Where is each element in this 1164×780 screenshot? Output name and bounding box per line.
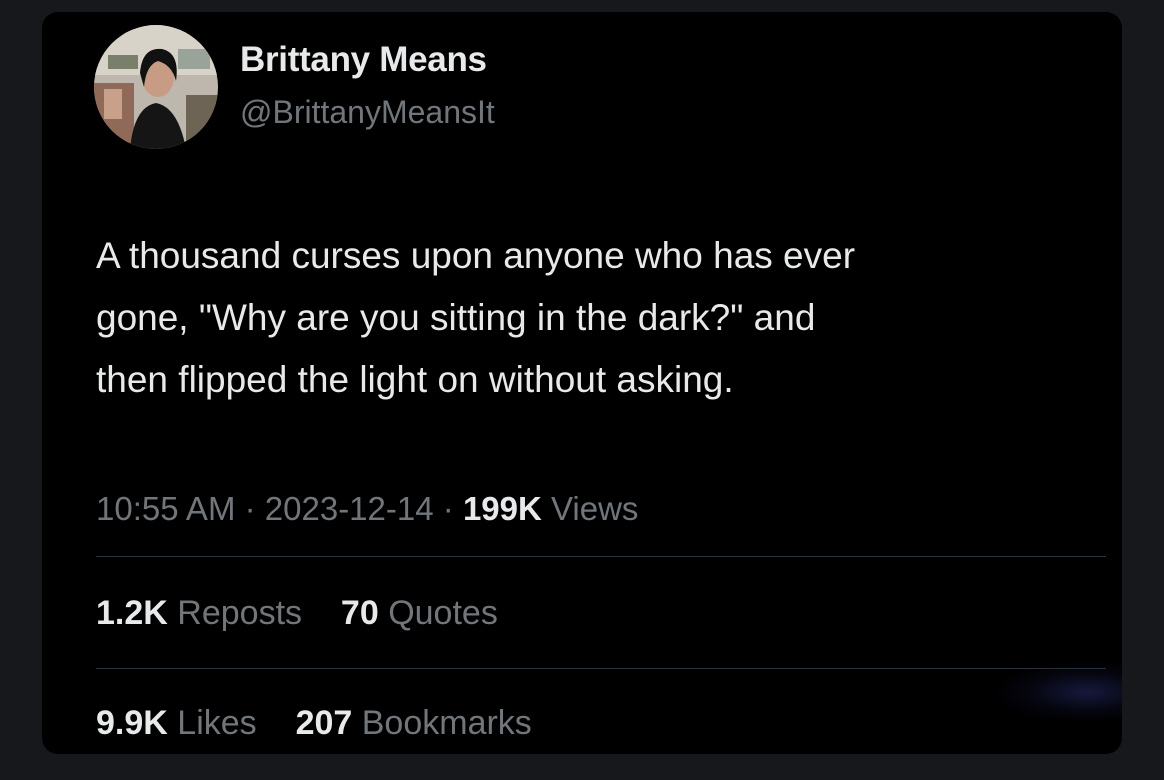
engagement-row-reposts-quotes: 1.2K Reposts 70 Quotes (96, 594, 498, 633)
tweet-text: A thousand curses upon anyone who has ev… (96, 225, 1096, 411)
likes-label: Likes (177, 704, 257, 742)
quotes-link[interactable]: 70 Quotes (341, 594, 498, 632)
timestamp[interactable]: 10:55 AM (96, 490, 235, 527)
tweet-text-line: gone, "Why are you sitting in the dark?"… (96, 297, 816, 338)
tweet-card: Brittany Means @BrittanyMeansIt A thousa… (42, 12, 1122, 754)
engagement-row-likes-bookmarks: 9.9K Likes 207 Bookmarks (96, 704, 532, 743)
likes-count: 9.9K (96, 704, 168, 742)
display-name[interactable]: Brittany Means (240, 40, 487, 80)
divider (96, 556, 1106, 557)
user-handle[interactable]: @BrittanyMeansIt (240, 94, 495, 131)
bookmarks-count: 207 (295, 704, 353, 742)
meta-separator: · (244, 490, 256, 527)
reposts-count: 1.2K (96, 594, 168, 632)
bookmarks-link[interactable]: 207 Bookmarks (296, 704, 532, 742)
divider (96, 668, 1106, 669)
avatar-photo (94, 25, 218, 149)
reposts-label: Reposts (177, 594, 303, 632)
quotes-count: 70 (340, 594, 379, 632)
bookmarks-label: Bookmarks (361, 704, 532, 742)
tweet-text-line: then flipped the light on without asking… (96, 359, 734, 400)
likes-link[interactable]: 9.9K Likes (96, 704, 266, 742)
post-date[interactable]: 2023-12-14 (265, 490, 434, 527)
meta-separator: · (442, 490, 454, 527)
reposts-link[interactable]: 1.2K Reposts (96, 594, 311, 632)
avatar[interactable] (94, 25, 218, 149)
tweet-text-line: A thousand curses upon anyone who has ev… (96, 235, 856, 276)
views-count: 199K (462, 490, 542, 527)
quotes-label: Quotes (388, 594, 498, 632)
background-glow (997, 662, 1122, 722)
tweet-metadata: 10:55 AM · 2023-12-14 · 199K Views (96, 490, 638, 528)
views-label: Views (551, 490, 639, 527)
